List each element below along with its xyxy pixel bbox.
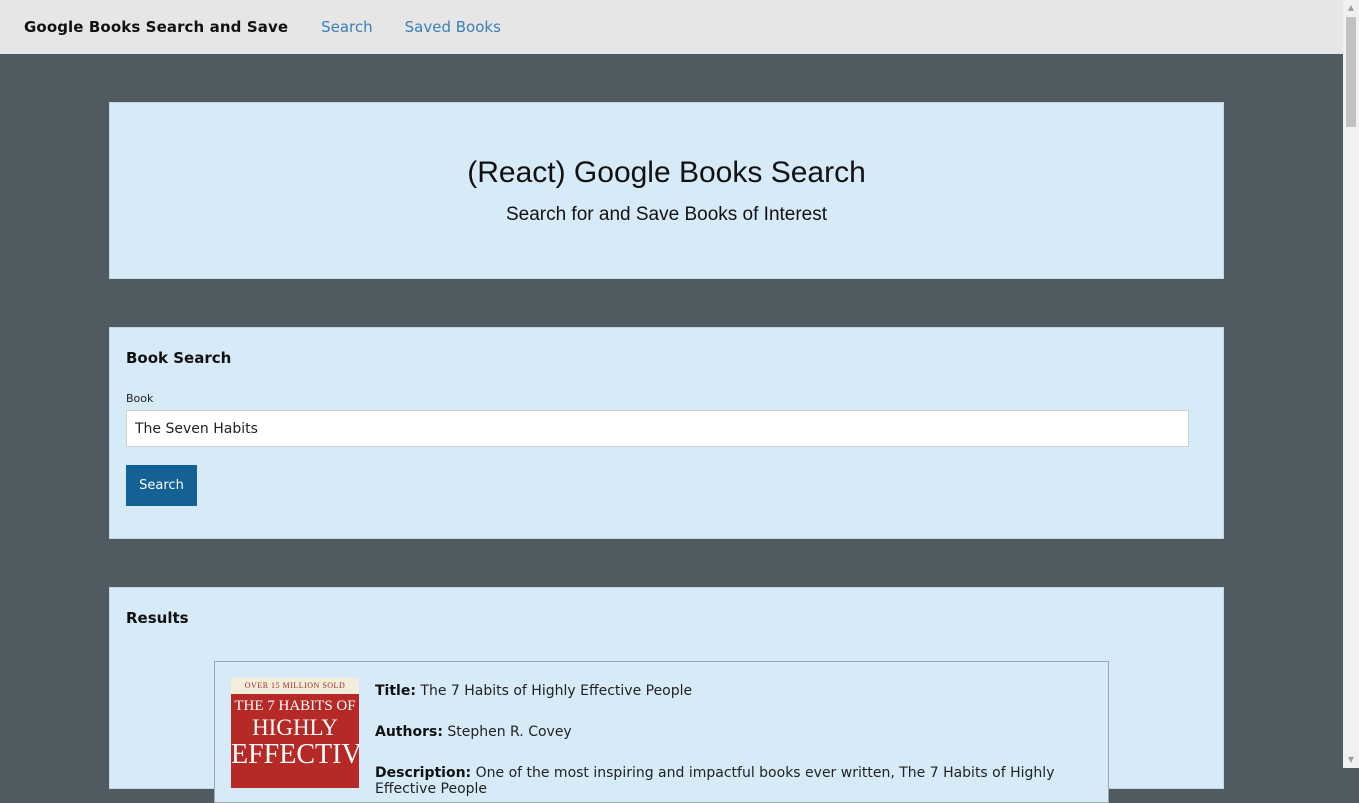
nav-link-search[interactable]: Search <box>321 18 373 36</box>
scroll-up-arrow-icon[interactable]: ▲ <box>1343 0 1359 16</box>
navbar-brand[interactable]: Google Books Search and Save <box>24 18 288 36</box>
cover-banner: OVER 15 MILLION SOLD <box>231 678 359 694</box>
page-scrollbar[interactable]: ▲ ▼ <box>1343 0 1359 768</box>
book-cover-image: OVER 15 MILLION SOLD THE 7 HABITS OF HIG… <box>231 678 359 788</box>
book-description-line: Description: One of the most inspiring a… <box>375 765 1108 797</box>
book-result-card: OVER 15 MILLION SOLD THE 7 HABITS OF HIG… <box>214 661 1109 803</box>
page-title: (React) Google Books Search <box>467 156 866 189</box>
book-authors-line: Authors: Stephen R. Covey <box>375 724 572 740</box>
book-search-heading: Book Search <box>126 349 232 367</box>
book-search-input[interactable] <box>126 410 1189 447</box>
nav-link-saved-books[interactable]: Saved Books <box>405 18 501 36</box>
cover-line-3: EFFECTIVE <box>231 739 359 770</box>
cover-line-1: THE 7 HABITS OF <box>234 698 356 714</box>
jumbotron: (React) Google Books Search Search for a… <box>109 102 1224 279</box>
book-search-panel: Book Search Book Search <box>109 327 1224 539</box>
book-authors-label: Authors: <box>375 724 443 740</box>
book-title-label: Title: <box>375 683 416 699</box>
cover-line-2: HIGHLY <box>252 715 338 740</box>
results-panel: Results OVER 15 MILLION SOLD THE 7 HABIT… <box>109 587 1224 803</box>
page-subtitle: Search for and Save Books of Interest <box>505 204 828 225</box>
scroll-down-arrow-icon[interactable]: ▼ <box>1343 752 1359 768</box>
book-authors: Stephen R. Covey <box>447 724 572 740</box>
book-field-label: Book <box>126 392 154 405</box>
book-title-line: Title: The 7 Habits of Highly Effective … <box>375 683 692 699</box>
navbar: Google Books Search and Save Search Save… <box>0 0 1343 54</box>
book-description-label: Description: <box>375 765 472 781</box>
results-heading: Results <box>126 609 189 627</box>
book-title: The 7 Habits of Highly Effective People <box>420 683 693 699</box>
book-description: One of the most inspiring and impactful … <box>375 765 1055 797</box>
search-button[interactable]: Search <box>126 465 197 506</box>
scrollbar-thumb[interactable] <box>1346 17 1356 127</box>
